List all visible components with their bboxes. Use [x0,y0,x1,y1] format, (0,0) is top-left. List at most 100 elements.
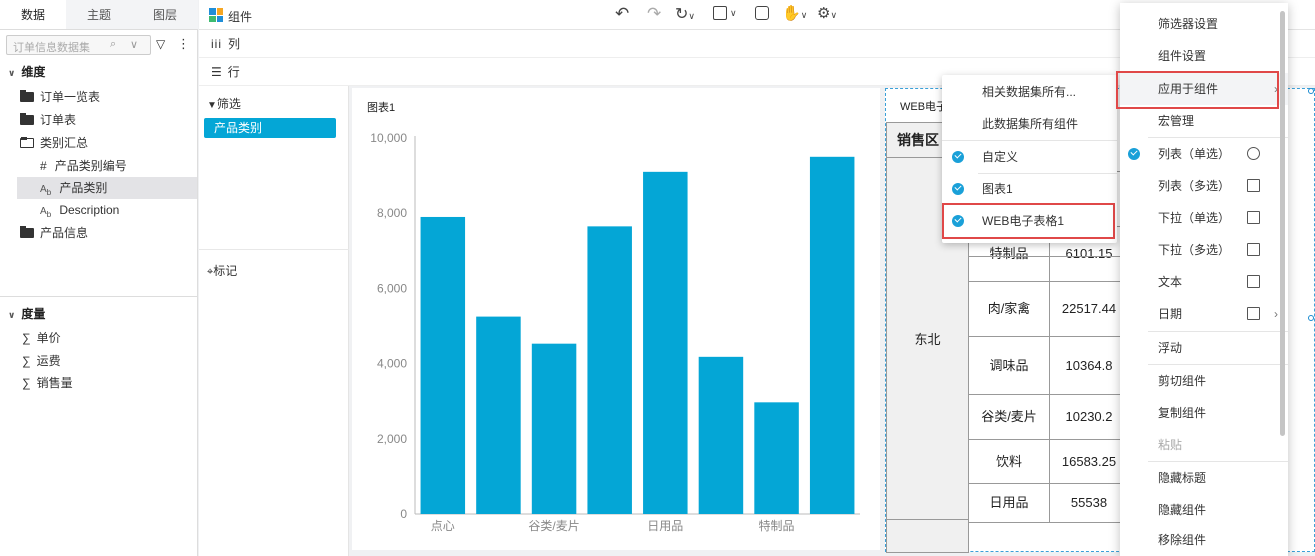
table-header: 销售区 [886,122,946,158]
menu-item-list-single[interactable]: 列表（单选） [1120,138,1288,170]
tree-item[interactable]: 订单一览表 [20,86,100,108]
collapse-icon: ∨ [8,310,16,320]
table-cell-value: 10230.2 [1049,394,1129,440]
text-field-icon: Ab [40,206,52,219]
menu-item-dataset-all[interactable]: 此数据集所有组件 [942,108,1117,140]
menu-item[interactable]: 组件设置 [1120,40,1288,72]
table-cell-category: 肉/家禽 [968,281,1050,337]
chevron-down-icon: ∨ [130,39,139,51]
y-tick-label: 2,000 [377,432,407,446]
tab-layer[interactable]: 图层 [132,0,198,29]
radio-icon [1247,147,1260,160]
tab-data[interactable]: 数据 [0,0,66,29]
y-tick-label: 8,000 [377,206,407,220]
menu-item-custom[interactable]: 自定义 [942,141,1117,173]
undo-icon[interactable]: ↶ [615,4,629,24]
chart-card[interactable]: 图表1 10,000 8,000 6,000 4,000 2,000 0 点心 谷类/麦片 日用… [352,88,880,550]
check-icon [1128,148,1140,160]
menu-item[interactable]: 浮动 [1120,332,1288,364]
resize-handle[interactable] [1308,315,1314,321]
menu-item[interactable]: 隐藏标题 [1120,462,1288,494]
table-cell-category: 日用品 [968,483,1050,523]
menu-item[interactable]: 剪切组件 [1120,365,1288,397]
refresh-icon[interactable]: ↻∨ [675,4,695,24]
bar [809,156,855,515]
table-cell-value: 16583.25 [1049,439,1129,484]
bar [531,343,577,514]
x-tick-label: 谷类/麦片 [528,519,579,533]
tree-item[interactable]: # 产品类别编号 [40,155,127,177]
text-icon [1247,275,1260,288]
menu-item[interactable]: 筛选器设置 [1120,8,1288,40]
tree-item[interactable]: 类别汇总 [20,132,88,154]
checkbox-icon [1247,179,1260,192]
divider [0,296,198,297]
resize-handle[interactable] [1308,88,1314,94]
filter-chip[interactable]: 产品类别 [204,118,336,138]
filter-header: ▼筛选 [207,97,241,111]
x-tick-label: 特制品 [759,518,795,533]
folder-icon [20,113,34,125]
sum-icon: ∑ [22,331,31,345]
data-panel: 数据 主题 图层 订单信息数据集 ⌕ ∨ ▽ ⋮ ∨ 维度 订单一览表 订单表 类… [0,0,198,556]
dimensions-header[interactable]: ∨ 维度 [8,63,45,80]
menu-item[interactable]: 移除组件 [1120,524,1288,556]
table-cell-value: 22517.44 [1049,281,1129,337]
component-button[interactable]: 组件 [228,8,252,25]
preview-icon[interactable] [755,6,769,20]
redo-icon[interactable]: ↷ [647,4,661,24]
sum-icon: ∑ [22,354,31,368]
menu-scrollbar[interactable] [1280,11,1285,436]
menu-item[interactable]: 列表（多选） [1120,170,1288,202]
filter-icon[interactable]: ▽ [156,37,165,51]
tree-item[interactable]: Ab Description [40,199,119,221]
menu-item[interactable]: 下拉（单选） [1120,202,1288,234]
highlight-box [1116,71,1279,109]
hand-icon[interactable]: ✋∨ [782,4,807,22]
more-icon[interactable]: ⋮ [177,36,190,52]
menu-item[interactable]: 下拉（多选） [1120,234,1288,266]
menu-item-all-related[interactable]: 相关数据集所有... [942,76,1117,108]
rows-icon: ☰ [211,65,222,79]
dataset-select[interactable]: 订单信息数据集 ⌕ ∨ [6,35,151,55]
folder-icon [20,90,34,102]
x-tick-label: 点心 [431,519,455,533]
save-icon[interactable] [713,6,727,20]
chevron-right-icon: › [1274,307,1278,321]
measures-header[interactable]: ∨ 度量 [8,305,45,322]
divider [199,249,349,250]
tab-theme[interactable]: 主题 [66,0,132,29]
tree-item[interactable]: 产品信息 [20,222,88,244]
check-icon [952,151,964,163]
calendar-icon [1247,307,1260,320]
measure-item[interactable]: ∑ 运费 [22,350,61,372]
menu-item[interactable]: 文本 [1120,266,1288,298]
columns-icon: iii [211,37,222,51]
tree-item[interactable]: 订单表 [20,109,76,131]
measure-item[interactable]: ∑ 销售量 [22,372,73,394]
sum-icon: ∑ [22,376,31,390]
funnel-icon: ▼ [207,100,217,111]
bar [587,226,632,515]
table-cell-category: 调味品 [968,336,1050,395]
y-tick-label: 6,000 [377,281,407,295]
dataset-placeholder: 订单信息数据集 [13,42,90,54]
y-tick-label: 4,000 [377,357,407,371]
bar [698,356,744,514]
menu-item[interactable]: 隐藏组件 [1120,494,1288,526]
bar [420,216,466,514]
table-cell-category: 饮料 [968,439,1050,484]
menu-item[interactable]: 复制组件 [1120,397,1288,429]
mark-header: ⌖标记 [207,264,238,278]
tree-item-selected[interactable]: Ab 产品类别 [17,177,197,199]
measure-item[interactable]: ∑ 单价 [22,327,61,349]
menu-item[interactable]: 日期 › [1120,298,1288,330]
dropdown-icon [1247,211,1260,224]
menu-item[interactable]: 宏管理 [1120,105,1288,137]
menu-item-paste[interactable]: 粘贴 [1120,429,1288,461]
chevron-down-icon[interactable]: ∨ [730,8,737,19]
bar [476,316,521,514]
menu-item-chart1[interactable]: 图表1 [942,173,1117,205]
gear-icon[interactable]: ⚙∨ [817,4,837,22]
x-tick-label: 日用品 [647,519,683,533]
